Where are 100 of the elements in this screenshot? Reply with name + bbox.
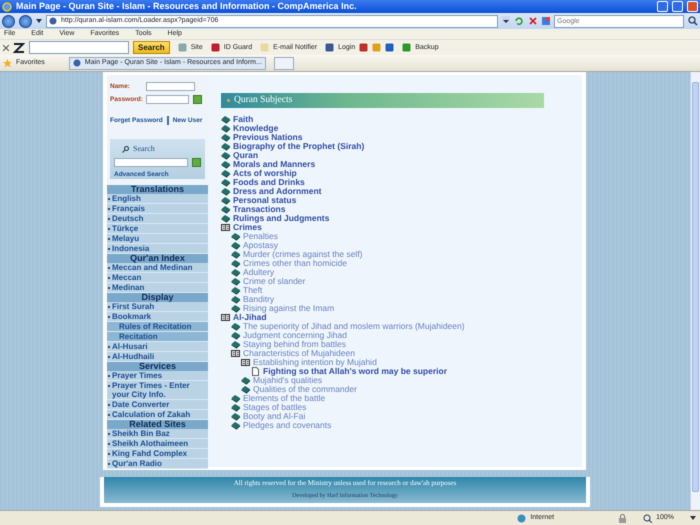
book-icon [231,331,241,340]
section-title: Quran Subjects [234,95,292,106]
sidebar-link[interactable]: Prayer Times - Enter your City Info. [107,381,208,400]
book-icon [231,304,241,313]
forward-button[interactable] [19,14,32,28]
subject-link[interactable]: Personal status [221,196,574,205]
subject-link[interactable]: Biography of the Prophet (Sirah) [221,142,574,151]
sidebar-link[interactable]: English [107,194,208,204]
subject-link[interactable]: Acts of worship [221,169,574,178]
refresh-icon[interactable] [514,16,524,26]
dropdown-caret-icon[interactable] [36,19,42,23]
sidebar-link[interactable]: Meccan and Medinan [107,263,208,273]
subject-link[interactable]: Adultery [231,268,574,277]
sidebar-link[interactable]: Recitation [107,332,208,342]
open-book-icon [231,349,241,358]
book-icon [231,340,241,349]
subject-link[interactable]: Staying behind from battles [231,340,574,349]
subject-link[interactable]: Penalties [231,232,574,241]
subject-link[interactable]: Crimes [221,223,574,232]
subject-link[interactable]: Knowledge [221,124,574,133]
square-icon[interactable] [385,43,394,52]
password-field[interactable] [146,95,189,104]
subject-link[interactable]: Banditry [231,295,574,304]
subject-link[interactable]: Elements of the battle [231,394,574,403]
close-icon[interactable] [3,44,9,50]
stop-icon[interactable] [528,16,538,26]
scrollbar-thumb[interactable] [692,82,699,492]
subject-link[interactable]: Theft [231,286,574,295]
go-button[interactable] [192,158,201,167]
dropdown-caret-icon[interactable] [502,16,510,26]
sidebar-link[interactable]: Deutsch [107,214,208,224]
sidebar-link[interactable]: Qur'an Radio [107,459,208,469]
sidebar-link[interactable]: Indonesia [107,244,208,254]
book-icon [221,124,231,133]
subject-link[interactable]: Faith [221,115,574,124]
star-icon [3,58,12,68]
subject-link[interactable]: Qualities of the commander [241,385,574,394]
book-icon [231,277,241,286]
back-button[interactable] [2,14,15,28]
subject-link[interactable]: Foods and Drinks [221,178,574,187]
toolbar-search-field[interactable] [29,41,129,54]
window-title: Main Page - Quran Site - Islam - Resources and Information - CompAmerica Inc. [16,2,358,12]
subject-link[interactable]: The superiority of Jihad and moslem warriors (Mujahideen) [231,322,574,331]
subject-link[interactable]: Quran [221,151,574,160]
subject-link[interactable]: Characteristics of Mujahideen [231,349,574,358]
sidebar-link[interactable]: King Fahd Complex [107,449,208,459]
sidebar-link[interactable]: Türkçe [107,224,208,234]
bullet-icon [227,99,230,102]
sidebar-link[interactable]: Rules of Recitation [107,322,208,332]
sidebar-link[interactable]: Medinan [107,283,208,293]
book-icon [231,403,241,412]
caret-icon[interactable] [690,516,696,520]
search-field[interactable] [114,158,188,167]
book-icon [241,385,251,394]
sidebar-link[interactable]: Date Converter [107,400,208,410]
subject-link[interactable]: Crime of slander [231,277,574,286]
sidebar-link[interactable]: Prayer Times [107,371,208,381]
sidebar-link[interactable]: Calculation of Zakah [107,410,208,420]
square-icon[interactable] [359,43,368,52]
maximize-button[interactable] [672,1,683,12]
search-button[interactable]: Search [133,41,170,54]
subject-link[interactable]: Judgment concerning Jihad [231,331,574,340]
sidebar-link[interactable]: Bookmark [107,312,208,322]
z-logo-icon[interactable] [13,42,25,52]
subject-link[interactable]: Transactions [221,205,574,214]
subject-link[interactable]: Stages of battles [231,403,574,412]
sidebar-link[interactable]: First Surah [107,302,208,312]
subject-link[interactable]: Rising against the Imam [231,304,574,313]
book-icon [231,394,241,403]
section-header: Qur'an Index [107,254,208,263]
sidebar-link[interactable]: Sheikh Alothaimeen [107,439,208,449]
search-icon[interactable] [688,16,698,26]
subject-link[interactable]: Rulings and Judgments [221,214,574,223]
subject-link[interactable]: Murder (crimes against the self) [231,250,574,259]
sidebar-link[interactable]: Meccan [107,273,208,283]
name-field[interactable] [146,82,195,91]
subject-link[interactable]: Previous Nations [221,133,574,142]
sidebar-link[interactable]: Al-Husari [107,342,208,352]
book-icon [231,232,241,241]
new-tab-button[interactable] [274,56,294,70]
book-icon [221,151,231,160]
subject-link[interactable]: Dress and Adornment [221,187,574,196]
book-icon [231,241,241,250]
subject-link[interactable]: Crimes other than homicide [231,259,574,268]
subject-link[interactable]: Pledges and covenants [231,421,574,430]
close-button[interactable] [687,1,698,12]
sidebar-link[interactable]: Al-Hudhaili [107,352,208,362]
subject-link[interactable]: Al-Jihad [221,313,574,322]
book-icon [221,160,231,169]
sidebar-link[interactable]: Français [107,204,208,214]
minimize-button[interactable] [657,1,668,12]
subject-link[interactable]: Morals and Manners [221,160,574,169]
subject-link[interactable]: Apostasy [231,241,574,250]
sidebar-link[interactable]: Melayu [107,234,208,244]
sidebar-link[interactable]: Sheikh Bin Baz [107,429,208,439]
subject-link[interactable]: Mujahid's qualities [241,376,574,385]
subject-link[interactable]: Booty and Al-Fai [231,412,574,421]
subject-link[interactable]: Establishing intention by Mujahid [241,358,574,367]
subject-link[interactable]: Fighting so that Allah's word may be superior [251,367,574,376]
scrollbar[interactable] [690,72,700,510]
